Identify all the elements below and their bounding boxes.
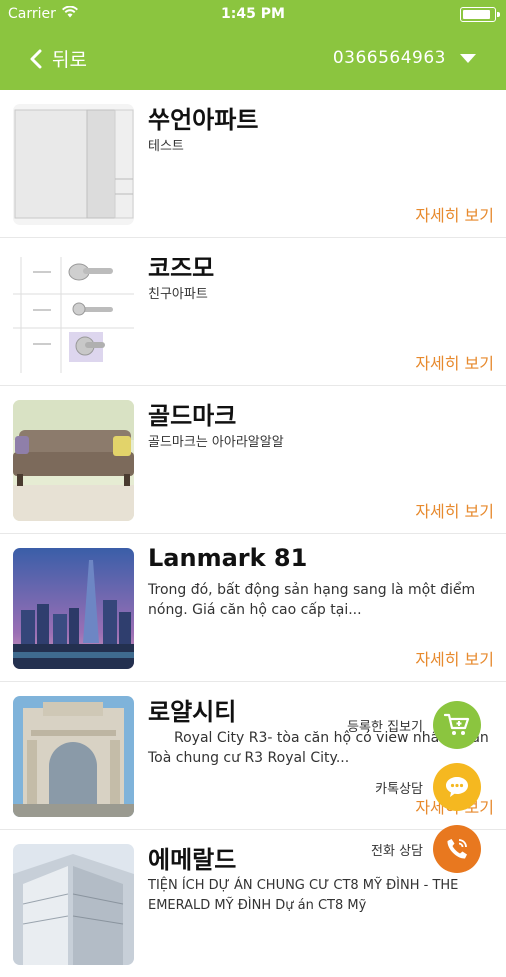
clock-time: 1:45 PM: [221, 6, 285, 22]
item-title: 코즈모: [148, 254, 215, 282]
chat-icon: [446, 777, 468, 797]
view-details-button[interactable]: 자세히 보기: [415, 646, 494, 670]
view-details-button[interactable]: 자세히 보기: [415, 350, 494, 374]
item-title: 에메랄드: [148, 846, 237, 874]
phone-fab-button[interactable]: [433, 825, 481, 873]
skyline-image: [13, 548, 134, 669]
phone-number-dropdown[interactable]: 0366564963: [333, 48, 476, 68]
kakao-consult-action[interactable]: 카톡상담: [375, 763, 481, 811]
battery-icon: [460, 7, 500, 22]
registered-homes-action[interactable]: 등록한 집보기: [347, 701, 481, 749]
chevron-left-icon: [30, 49, 42, 68]
door-handle-sheet-image: [13, 252, 134, 373]
list-item[interactable]: 쑤언아파트 테스트 자세히 보기: [0, 90, 506, 238]
item-title: Lanmark 81: [148, 544, 308, 572]
cart-fab-button[interactable]: [433, 701, 481, 749]
list-item[interactable]: 코즈모 친구아파트 자세히 보기: [0, 238, 506, 386]
fab-label: 카톡상담: [375, 781, 423, 797]
sofa-image: [13, 400, 134, 521]
phone-icon: [447, 839, 467, 859]
fab-label: 전화 상담: [371, 843, 423, 859]
item-subtitle: 친구아파트: [148, 287, 208, 302]
royal-city-building-image: [13, 696, 134, 817]
item-description: Trong đó, bất động sản hạng sang là một …: [148, 582, 476, 618]
nav-bar: 뒤로 0366564963: [0, 28, 506, 90]
back-label: 뒤로: [52, 49, 87, 71]
item-subtitle: 골드마크는 아아라알알알: [148, 435, 284, 450]
back-button[interactable]: 뒤로: [30, 45, 87, 72]
list-item[interactable]: 골드마크 골드마크는 아아라알알알 자세히 보기: [0, 386, 506, 534]
item-subtitle: 테스트: [148, 139, 184, 154]
chat-fab-button[interactable]: [433, 763, 481, 811]
view-details-button[interactable]: 자세히 보기: [415, 202, 494, 226]
view-details-button[interactable]: 자세히 보기: [415, 498, 494, 522]
item-title: 골드마크: [148, 402, 237, 430]
cabinet-image: [13, 104, 134, 225]
item-description: TIỆN ÍCH DỰ ÁN CHUNG CƯ CT8 MỸ ĐÌNH - TH…: [148, 878, 459, 913]
emerald-building-image: [13, 844, 134, 965]
phone-number-value: 0366564963: [332, 48, 446, 68]
fab-label: 등록한 집보기: [347, 719, 423, 735]
phone-consult-action[interactable]: 전화 상담: [371, 825, 481, 873]
list-item[interactable]: Lanmark 81 Trong đó, bất động sản hạng s…: [0, 534, 506, 682]
dropdown-caret-icon: [460, 53, 476, 63]
item-title: 로얄시티: [148, 698, 237, 726]
cart-icon: [444, 713, 470, 735]
status-bar: Carrier 1:45 PM: [0, 0, 506, 28]
item-title: 쑤언아파트: [148, 106, 259, 134]
